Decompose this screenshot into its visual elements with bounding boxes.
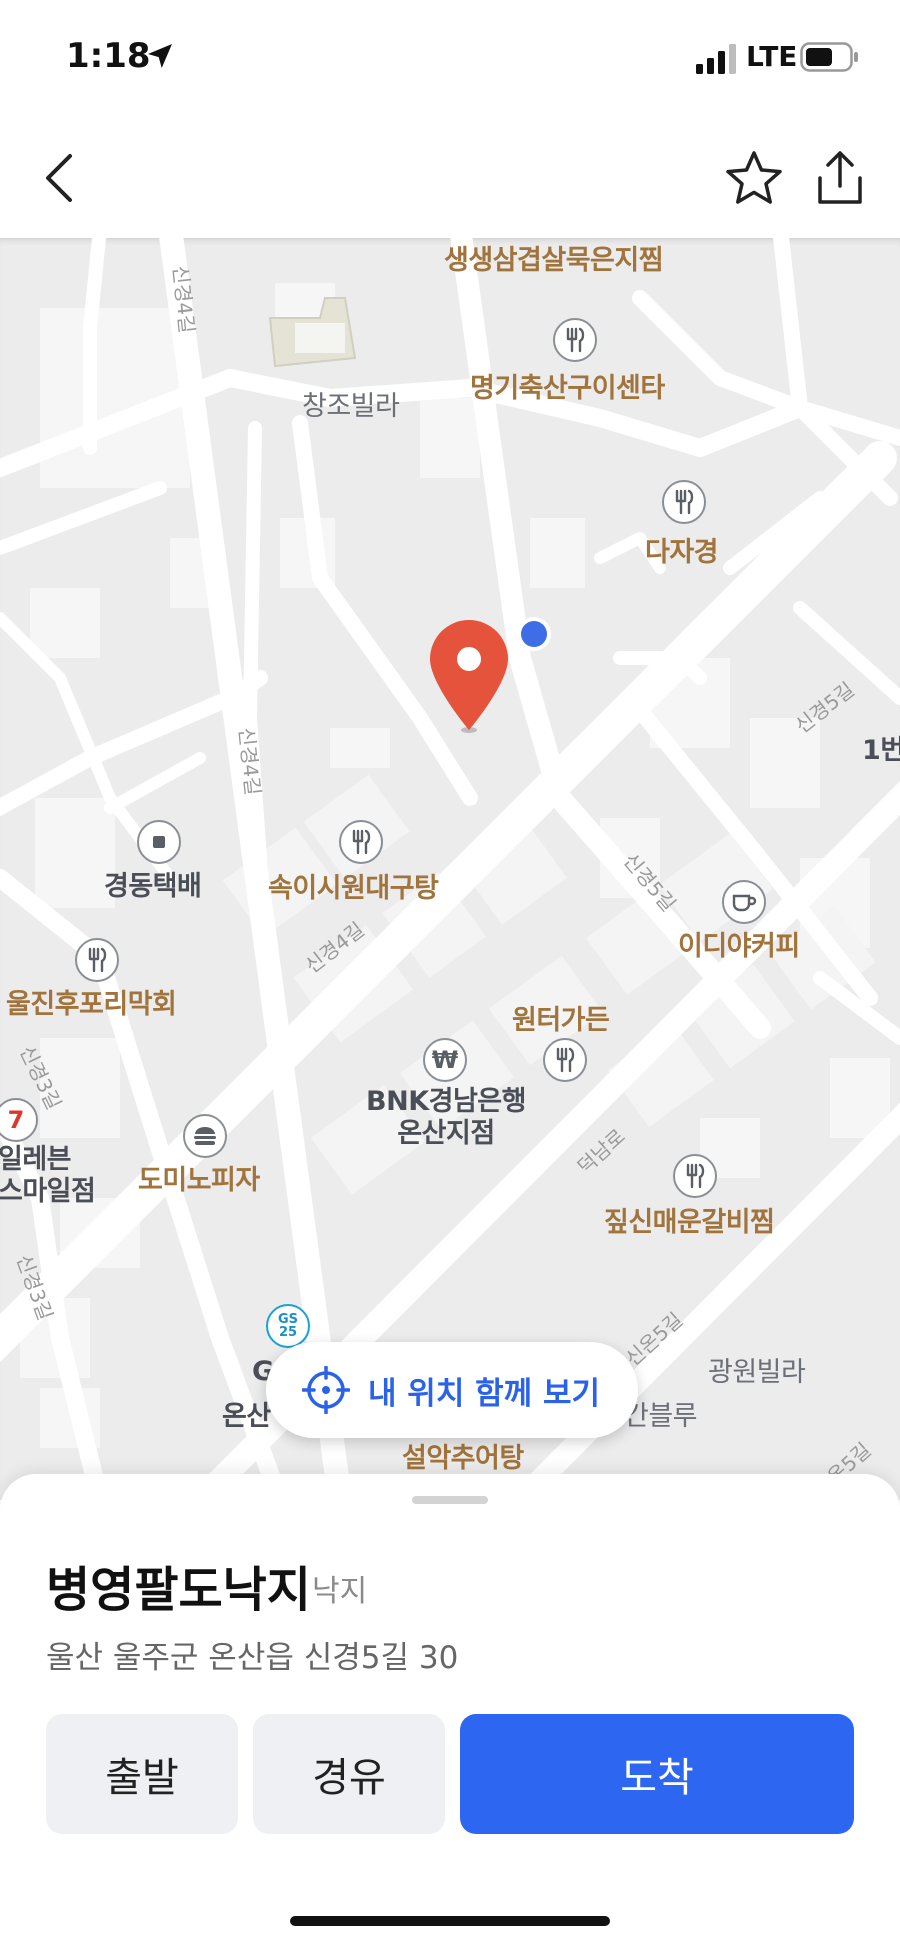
cafe-icon[interactable] <box>722 880 766 924</box>
poi-label[interactable]: 설악추어탕 <box>402 1436 524 1475</box>
poi-label[interactable]: 온산 <box>222 1394 271 1433</box>
poi-label[interactable]: 원터가든 <box>512 998 610 1037</box>
place-address: 울산 울주군 온산읍 신경5길 30 <box>46 1640 459 1676</box>
map-view[interactable]: 신경4길 신경4길 신경4길 신경5길 신경5길 신경3길 신경3길 덕남로 신… <box>0 238 900 1500</box>
home-indicator[interactable] <box>290 1916 610 1926</box>
back-button[interactable] <box>28 146 92 210</box>
restaurant-icon[interactable] <box>553 318 597 362</box>
place-marker-icon[interactable] <box>426 618 512 736</box>
poi-label[interactable]: 짚신매운갈비찜 <box>604 1200 775 1239</box>
star-icon <box>726 151 782 204</box>
restaurant-icon[interactable] <box>339 820 383 864</box>
sheet-grabber[interactable] <box>412 1496 488 1504</box>
poi-label[interactable]: 속이시원대구탕 <box>268 866 439 905</box>
poi-label[interactable]: 다자경 <box>645 530 719 569</box>
via-button[interactable]: 경유 <box>253 1714 445 1834</box>
destination-button[interactable]: 도착 <box>460 1714 854 1834</box>
restaurant-icon[interactable] <box>75 938 119 982</box>
poi-label[interactable]: 울진후포리막회 <box>6 982 177 1021</box>
gs-logo: GS 25 <box>277 1312 299 1340</box>
nav-bar <box>0 118 900 238</box>
network-type: LTE <box>746 40 798 73</box>
poi-label[interactable]: 광원빌라 <box>708 1350 806 1389</box>
poi-label[interactable]: 이디야커피 <box>678 924 800 963</box>
burger-icon[interactable] <box>183 1114 227 1158</box>
poi-label[interactable]: 명기축산구이센타 <box>470 366 665 405</box>
poi-label[interactable]: 일레븐 스마일점 <box>0 1144 96 1209</box>
show-my-location-label: 내 위치 함께 보기 <box>368 1375 601 1412</box>
poi-label[interactable]: 도미노피자 <box>138 1158 260 1197</box>
chevron-left-icon <box>46 154 72 202</box>
poi-label[interactable]: BNK경남은행 온산지점 <box>366 1086 526 1151</box>
crosshair-icon <box>302 1366 350 1414</box>
cellular-signal-icon <box>696 44 736 74</box>
poi-label[interactable]: 창조빌라 <box>302 384 400 423</box>
place-bottom-sheet[interactable]: 병영팔도낙지 낙지 울산 울주군 온산읍 신경5길 30 출발 경유 도착 <box>0 1474 900 1948</box>
current-location-dot <box>517 617 551 651</box>
restaurant-icon[interactable] <box>662 480 706 524</box>
location-arrow-icon <box>148 44 172 68</box>
poi-label[interactable]: 1번 <box>862 728 900 767</box>
favorite-button[interactable] <box>722 146 786 210</box>
bank-icon[interactable]: ₩ <box>423 1038 467 1082</box>
share-icon <box>818 151 862 204</box>
show-my-location-button[interactable]: 내 위치 함께 보기 <box>266 1342 638 1438</box>
battery-icon <box>800 42 858 72</box>
place-name: 병영팔도낙지 <box>46 1562 311 1618</box>
share-button[interactable] <box>808 146 872 210</box>
poi-label[interactable]: 경동택배 <box>104 864 202 903</box>
delivery-icon[interactable] <box>137 820 181 864</box>
status-time: 1:18 <box>66 36 151 76</box>
status-bar: 1:18 LTE <box>0 0 900 118</box>
gs25-icon[interactable]: GS 25 <box>266 1304 310 1348</box>
restaurant-icon[interactable] <box>673 1154 717 1198</box>
restaurant-icon[interactable] <box>543 1038 587 1082</box>
start-button[interactable]: 출발 <box>46 1714 238 1834</box>
place-category: 낙지 <box>312 1574 368 1609</box>
poi-label[interactable]: 생생삼겹살묵은지찜 <box>444 238 664 277</box>
